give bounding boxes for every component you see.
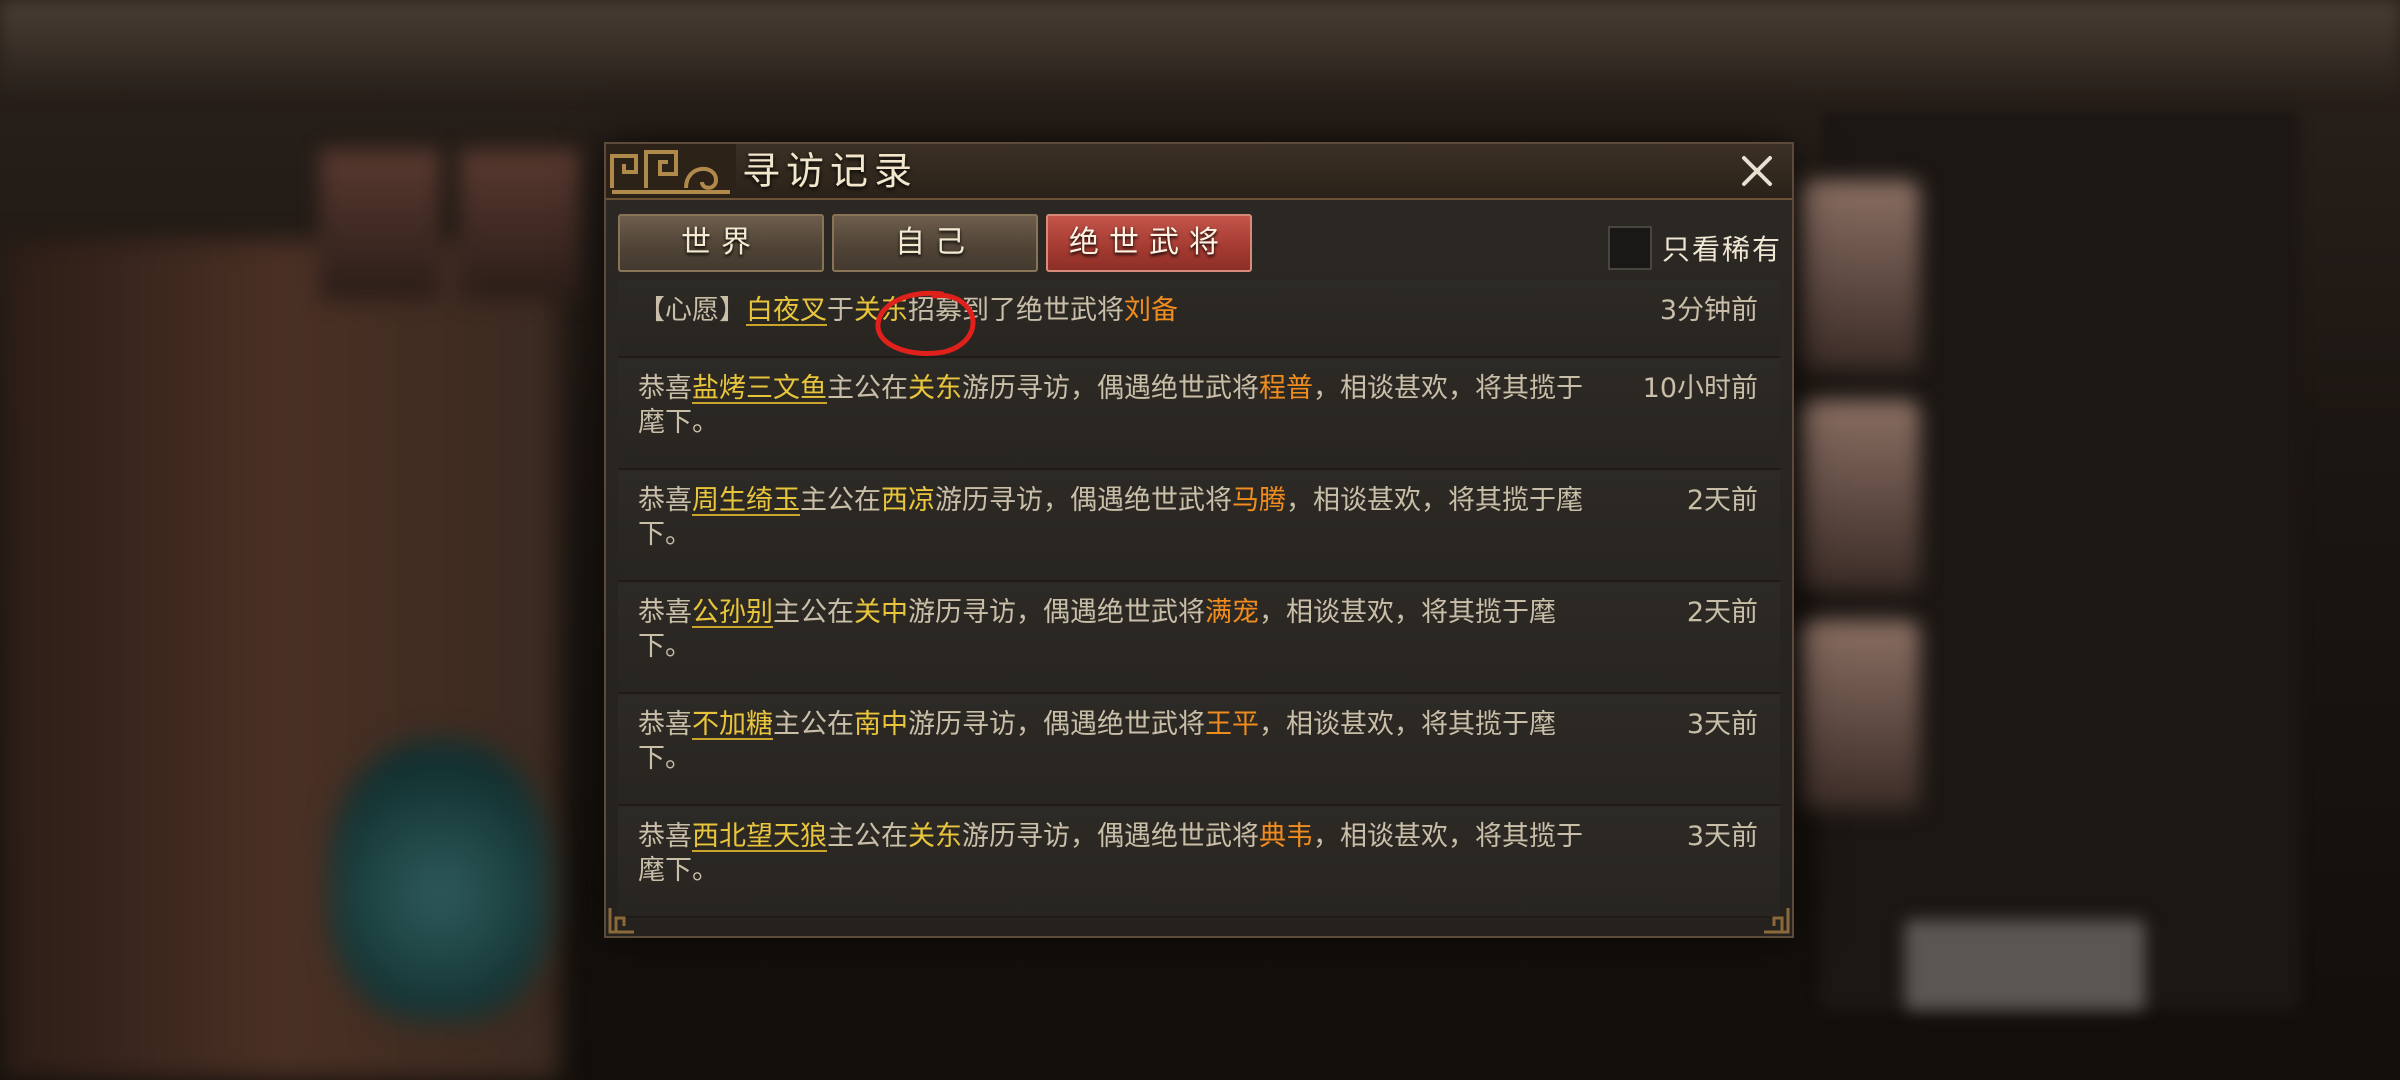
record-text-segment: 游历寻访，偶遇绝世武将 [908, 597, 1205, 628]
record-row: 恭喜盐烤三文鱼主公在关东游历寻访，偶遇绝世武将程普，相谈甚欢，将其揽于麾下。 1… [618, 358, 1780, 470]
record-text-segment: 游历寻访，偶遇绝世武将 [935, 485, 1232, 516]
general-name: 程普 [1259, 373, 1313, 404]
record-text-segment: 招募到了绝世武将 [908, 295, 1124, 326]
dialog-title: 寻访记录 [742, 149, 919, 193]
record-text: 恭喜周生绮玉主公在西凉游历寻访，偶遇绝世武将马腾，相谈甚欢，将其揽于麾下。 [638, 484, 1598, 552]
place-name: 西凉 [881, 485, 935, 516]
rare-only-label: 只看稀有 [1661, 233, 1782, 266]
record-text-segment: 游历寻访，偶遇绝世武将 [908, 709, 1205, 740]
dialog-title-bar: 寻访记录 [606, 144, 1792, 200]
general-name: 刘备 [1124, 295, 1178, 326]
record-text-segment: 主公在 [827, 373, 908, 404]
background-button [1905, 920, 2145, 1010]
record-time: 2天前 [1686, 597, 1758, 628]
rare-only-filter[interactable]: 只看稀有 [1607, 226, 1782, 270]
player-name-link[interactable]: 西北望天狼 [692, 821, 827, 852]
record-text-segment: 游历寻访，偶遇绝世武将 [962, 821, 1259, 852]
player-name-link[interactable]: 不加糖 [692, 709, 773, 740]
player-name-link[interactable]: 盐烤三文鱼 [692, 373, 827, 404]
record-time: 10小时前 [1642, 373, 1758, 404]
record-text-segment: 主公在 [827, 821, 908, 852]
record-row: 恭喜公孙别主公在关中游历寻访，偶遇绝世武将满宠，相谈甚欢，将其揽于麾下。 2天前 [618, 582, 1780, 694]
record-text: 恭喜盐烤三文鱼主公在关东游历寻访，偶遇绝世武将程普，相谈甚欢，将其揽于麾下。 [638, 372, 1598, 440]
record-time: 2天前 [1686, 485, 1758, 516]
record-text: 【心愿】白夜叉于关东招募到了绝世武将刘备 [638, 294, 1598, 328]
background-portrait [1800, 180, 1920, 370]
place-name: 南中 [854, 709, 908, 740]
place-name: 关中 [854, 597, 908, 628]
record-text-segment: 恭喜 [638, 709, 692, 740]
tab-bar: 世界 自己 绝世武将 [618, 214, 1252, 272]
player-name-link[interactable]: 公孙别 [692, 597, 773, 628]
player-name-link[interactable]: 白夜叉 [746, 295, 827, 326]
record-row: 恭喜周生绮玉主公在西凉游历寻访，偶遇绝世武将马腾，相谈甚欢，将其揽于麾下。 2天… [618, 470, 1780, 582]
general-name: 王平 [1205, 709, 1259, 740]
record-text-segment: 恭喜 [638, 821, 692, 852]
record-row: 【心愿】白夜叉于关东招募到了绝世武将刘备 3分钟前 [618, 280, 1780, 358]
general-name: 满宠 [1205, 597, 1259, 628]
tab-legendary-generals[interactable]: 绝世武将 [1046, 214, 1252, 272]
background-portrait [1800, 400, 1920, 590]
background-card [460, 150, 580, 300]
visit-record-dialog: 寻访记录 世界 自己 绝世武将 只看稀有 【心愿】白夜叉于关东招募到了绝世武将刘… [604, 142, 1794, 938]
rare-only-checkbox[interactable] [1607, 226, 1652, 270]
background-card [320, 150, 440, 300]
general-name: 马腾 [1232, 485, 1286, 516]
corner-ornament-icon [1764, 908, 1790, 934]
background-portrait [1800, 620, 1920, 810]
player-name-link[interactable]: 周生绮玉 [692, 485, 800, 516]
general-name: 典韦 [1259, 821, 1313, 852]
record-time: 3天前 [1686, 709, 1758, 740]
place-name: 关东 [908, 821, 962, 852]
corner-ornament-icon [608, 908, 634, 934]
close-icon[interactable] [1736, 150, 1778, 192]
place-name: 关东 [854, 295, 908, 326]
record-text-segment: 于 [827, 295, 854, 326]
record-row: 恭喜西北望天狼主公在关东游历寻访，偶遇绝世武将典韦，相谈甚欢，将其揽于麾下。 3… [618, 806, 1780, 918]
record-text-segment: 游历寻访，偶遇绝世武将 [962, 373, 1259, 404]
record-row: 恭喜不加糖主公在南中游历寻访，偶遇绝世武将王平，相谈甚欢，将其揽于麾下。 3天前 [618, 694, 1780, 806]
record-text-segment: 主公在 [800, 485, 881, 516]
record-text: 恭喜西北望天狼主公在关东游历寻访，偶遇绝世武将典韦，相谈甚欢，将其揽于麾下。 [638, 820, 1598, 888]
record-text-segment: 恭喜 [638, 485, 692, 516]
place-name: 关东 [908, 373, 962, 404]
record-text-segment: 主公在 [773, 709, 854, 740]
record-text-segment: 主公在 [773, 597, 854, 628]
record-text: 恭喜不加糖主公在南中游历寻访，偶遇绝世武将王平，相谈甚欢，将其揽于麾下。 [638, 708, 1598, 776]
background-top-bar [0, 0, 2400, 90]
record-text-segment: 【心愿】 [638, 295, 746, 326]
tab-world[interactable]: 世界 [618, 214, 824, 272]
record-time: 3天前 [1686, 821, 1758, 852]
background-sack [330, 740, 550, 1020]
record-text-segment: 恭喜 [638, 597, 692, 628]
cloud-ornament-icon [606, 144, 736, 198]
record-text-segment: 恭喜 [638, 373, 692, 404]
record-time: 3分钟前 [1659, 295, 1758, 326]
record-list[interactable]: 【心愿】白夜叉于关东招募到了绝世武将刘备 3分钟前 恭喜盐烤三文鱼主公在关东游历… [618, 280, 1780, 920]
tab-self[interactable]: 自己 [832, 214, 1038, 272]
record-text: 恭喜公孙别主公在关中游历寻访，偶遇绝世武将满宠，相谈甚欢，将其揽于麾下。 [638, 596, 1598, 664]
